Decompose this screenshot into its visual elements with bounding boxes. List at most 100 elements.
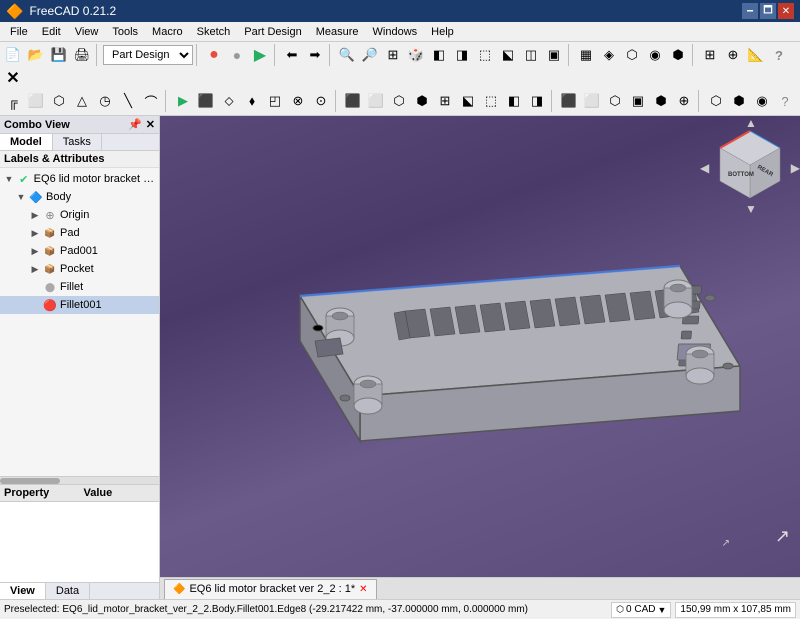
tb-more-4[interactable]: ◉ (644, 44, 666, 66)
tb2-11[interactable]: ⬧ (241, 90, 263, 112)
tb2-19[interactable]: ⊞ (434, 90, 456, 112)
tb2-27[interactable]: ▣ (627, 90, 649, 112)
tb2-8[interactable]: ▶ (172, 90, 194, 112)
tb2-15[interactable]: ⬛ (342, 90, 364, 112)
tb2-4[interactable]: △ (71, 90, 93, 112)
tb2-7[interactable]: ⌒ (140, 90, 162, 112)
tb-arrow-right[interactable]: ➡ (304, 44, 326, 66)
menu-help[interactable]: Help (425, 24, 460, 40)
minimize-button[interactable]: 🗕 (742, 3, 758, 19)
tb2-32[interactable]: ◉ (751, 90, 773, 112)
menu-windows[interactable]: Windows (367, 24, 424, 40)
tb2-25[interactable]: ⬜ (581, 90, 603, 112)
tb2-28[interactable]: ⬢ (650, 90, 672, 112)
tb-view-left[interactable]: ◫ (520, 44, 542, 66)
tb-new[interactable]: 📄 (2, 44, 24, 66)
tree-item-fillet001[interactable]: ▶ 🔴 Fillet001 (0, 296, 159, 314)
tb2-23[interactable]: ◨ (526, 90, 548, 112)
menu-part-design[interactable]: Part Design (238, 24, 307, 40)
tb-grid[interactable]: ⊞ (699, 44, 721, 66)
close-combo-icon[interactable]: ✕ (146, 118, 155, 131)
nav-left-arrow[interactable]: ◀ (700, 161, 709, 175)
tree-item-pad[interactable]: ▶ 📦 Pad (0, 224, 159, 242)
tb2-24[interactable]: ⬛ (558, 90, 580, 112)
workbench-selector[interactable]: Part Design Sketcher Part (103, 45, 193, 65)
menu-measure[interactable]: Measure (310, 24, 365, 40)
menu-file[interactable]: File (4, 24, 34, 40)
viewport-tab-close[interactable]: ✕ (359, 584, 367, 595)
tree-item-fillet[interactable]: ▶ ⬤ Fillet (0, 278, 159, 296)
sb-tab-view[interactable]: View (0, 583, 46, 599)
tb2-1[interactable]: ╔ (2, 90, 24, 112)
tb2-16[interactable]: ⬜ (365, 90, 387, 112)
tb-zoom-in[interactable]: 🔍 (336, 44, 358, 66)
tb2-18[interactable]: ⬢ (411, 90, 433, 112)
tb2-22[interactable]: ◧ (503, 90, 525, 112)
tree-item-root[interactable]: ▼ ✔ EQ6 lid motor bracket ver (0, 170, 159, 188)
pin-icon[interactable]: 📌 (128, 118, 142, 131)
menu-tools[interactable]: Tools (106, 24, 144, 40)
tree-item-body[interactable]: ▼ 🔷 Body (0, 188, 159, 206)
tb2-12[interactable]: ◰ (264, 90, 286, 112)
property-scroll[interactable] (0, 502, 159, 582)
tb-view-front[interactable]: ◧ (428, 44, 450, 66)
tb2-3[interactable]: ⬡ (48, 90, 70, 112)
menu-macro[interactable]: Macro (146, 24, 189, 40)
menu-view[interactable]: View (69, 24, 105, 40)
tb-play-green[interactable]: ▶ (249, 44, 271, 66)
tb2-20[interactable]: ⬕ (457, 90, 479, 112)
tb-snap[interactable]: ⊕ (722, 44, 744, 66)
tb-more-3[interactable]: ⬡ (621, 44, 643, 66)
3d-viewport[interactable]: REAR BOTTOM ▲ ▼ ◀ ▶ (160, 116, 800, 577)
tb2-26[interactable]: ⬡ (604, 90, 626, 112)
tb-close-bar[interactable]: ✕ (2, 67, 24, 89)
tb-arrow-left[interactable]: ⬅ (281, 44, 303, 66)
tb2-13[interactable]: ⊗ (287, 90, 309, 112)
tb2-29[interactable]: ⊕ (673, 90, 695, 112)
tb-print[interactable]: 🖨 (71, 44, 93, 66)
tb-measure[interactable]: 📐 (745, 44, 767, 66)
tb-view-top[interactable]: ⬚ (474, 44, 496, 66)
cad-status[interactable]: ⬡ 0 CAD ▼ (611, 602, 671, 618)
tb-circle-grey[interactable]: ● (226, 44, 248, 66)
sb-tab-data[interactable]: Data (46, 583, 90, 599)
tb2-21[interactable]: ⬚ (480, 90, 502, 112)
tb2-33[interactable]: ? (774, 90, 796, 112)
tb-help[interactable]: ? (768, 44, 790, 66)
tb-view-right[interactable]: ▣ (543, 44, 565, 66)
tb2-17[interactable]: ⬡ (388, 90, 410, 112)
close-button[interactable]: ✕ (778, 3, 794, 19)
tb-zoom-out[interactable]: 🔎 (359, 44, 381, 66)
nav-up-arrow[interactable]: ▲ (745, 116, 757, 130)
tb2-9[interactable]: ⬛ (195, 90, 217, 112)
menu-sketch[interactable]: Sketch (191, 24, 237, 40)
viewport-tab-main[interactable]: 🔶 EQ6 lid motor bracket ver 2_2 : 1* ✕ (164, 579, 377, 599)
tb2-5[interactable]: ◷ (94, 90, 116, 112)
nav-right-arrow[interactable]: ▶ (791, 161, 800, 175)
tree-item-origin[interactable]: ▶ ⊕ Origin (0, 206, 159, 224)
tb-more-1[interactable]: ▦ (575, 44, 597, 66)
tb-zoom-fit[interactable]: ⊞ (382, 44, 404, 66)
tb2-10[interactable]: ⬦ (218, 90, 240, 112)
tb-more-2[interactable]: ◈ (598, 44, 620, 66)
tree-item-pocket[interactable]: ▶ 📦 Pocket (0, 260, 159, 278)
tb2-31[interactable]: ⬢ (728, 90, 750, 112)
tb-view-bottom[interactable]: ⬕ (497, 44, 519, 66)
tb-view-back[interactable]: ◨ (451, 44, 473, 66)
tb2-2[interactable]: ⬜ (25, 90, 47, 112)
tb2-14[interactable]: ⊙ (310, 90, 332, 112)
maximize-button[interactable]: 🗖 (760, 3, 776, 19)
tb-circle-red[interactable]: ● (203, 44, 225, 66)
tb-view-3d[interactable]: 🎲 (405, 44, 427, 66)
tb2-6[interactable]: ╲ (117, 90, 139, 112)
tab-tasks[interactable]: Tasks (53, 134, 102, 150)
tb-save[interactable]: 💾 (48, 44, 70, 66)
tree-label-root: EQ6 lid motor bracket ver (34, 173, 157, 185)
menu-edit[interactable]: Edit (36, 24, 67, 40)
tb-open[interactable]: 📂 (25, 44, 47, 66)
tb-more-5[interactable]: ⬢ (667, 44, 689, 66)
tb2-30[interactable]: ⬡ (705, 90, 727, 112)
tree-item-pad001[interactable]: ▶ 📦 Pad001 (0, 242, 159, 260)
tab-model[interactable]: Model (0, 134, 53, 150)
tree-scrollbar[interactable] (0, 476, 159, 484)
